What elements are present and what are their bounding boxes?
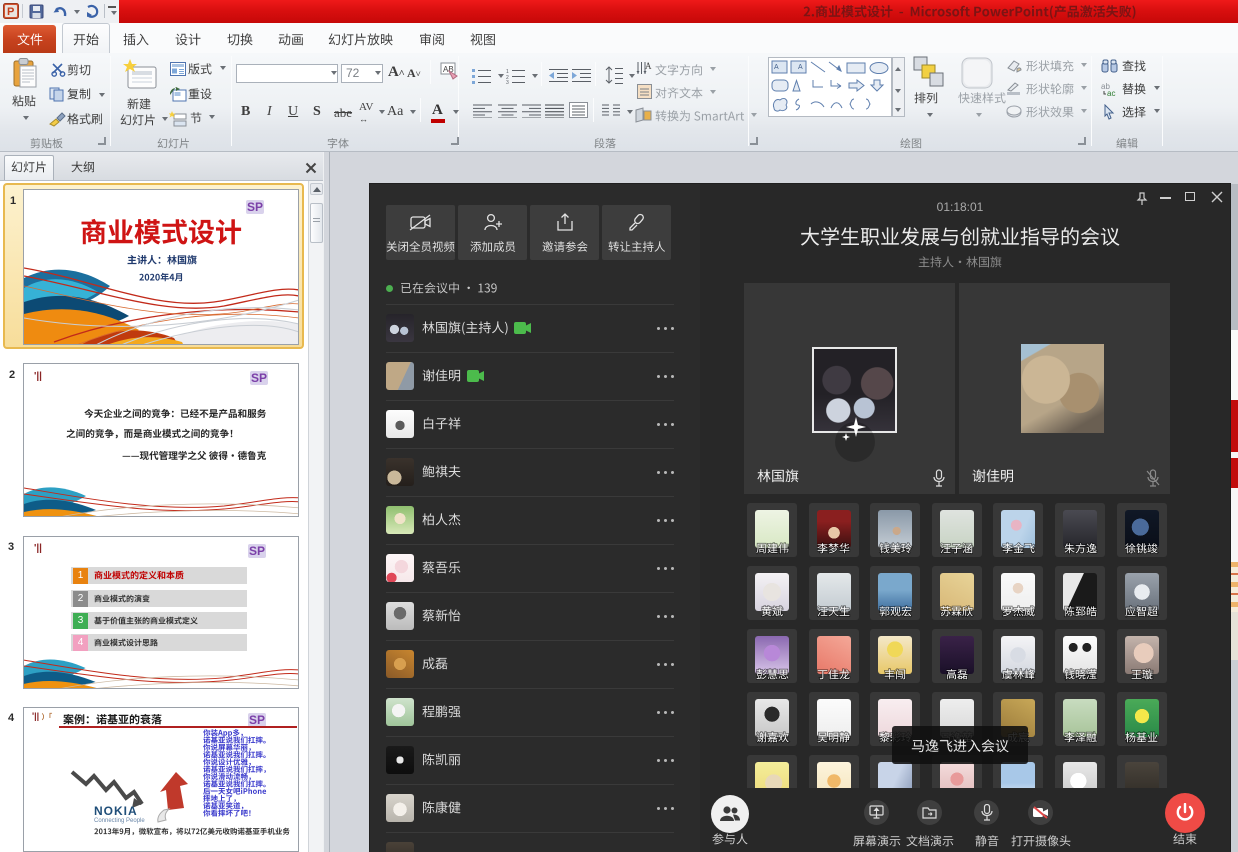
svg-text:A: A [774, 64, 779, 71]
svg-text:P: P [7, 6, 14, 18]
svg-text:ac: ac [1107, 89, 1115, 97]
svg-text:A: A [645, 61, 652, 71]
svg-text:A: A [798, 64, 803, 71]
svg-text:3: 3 [506, 80, 509, 84]
